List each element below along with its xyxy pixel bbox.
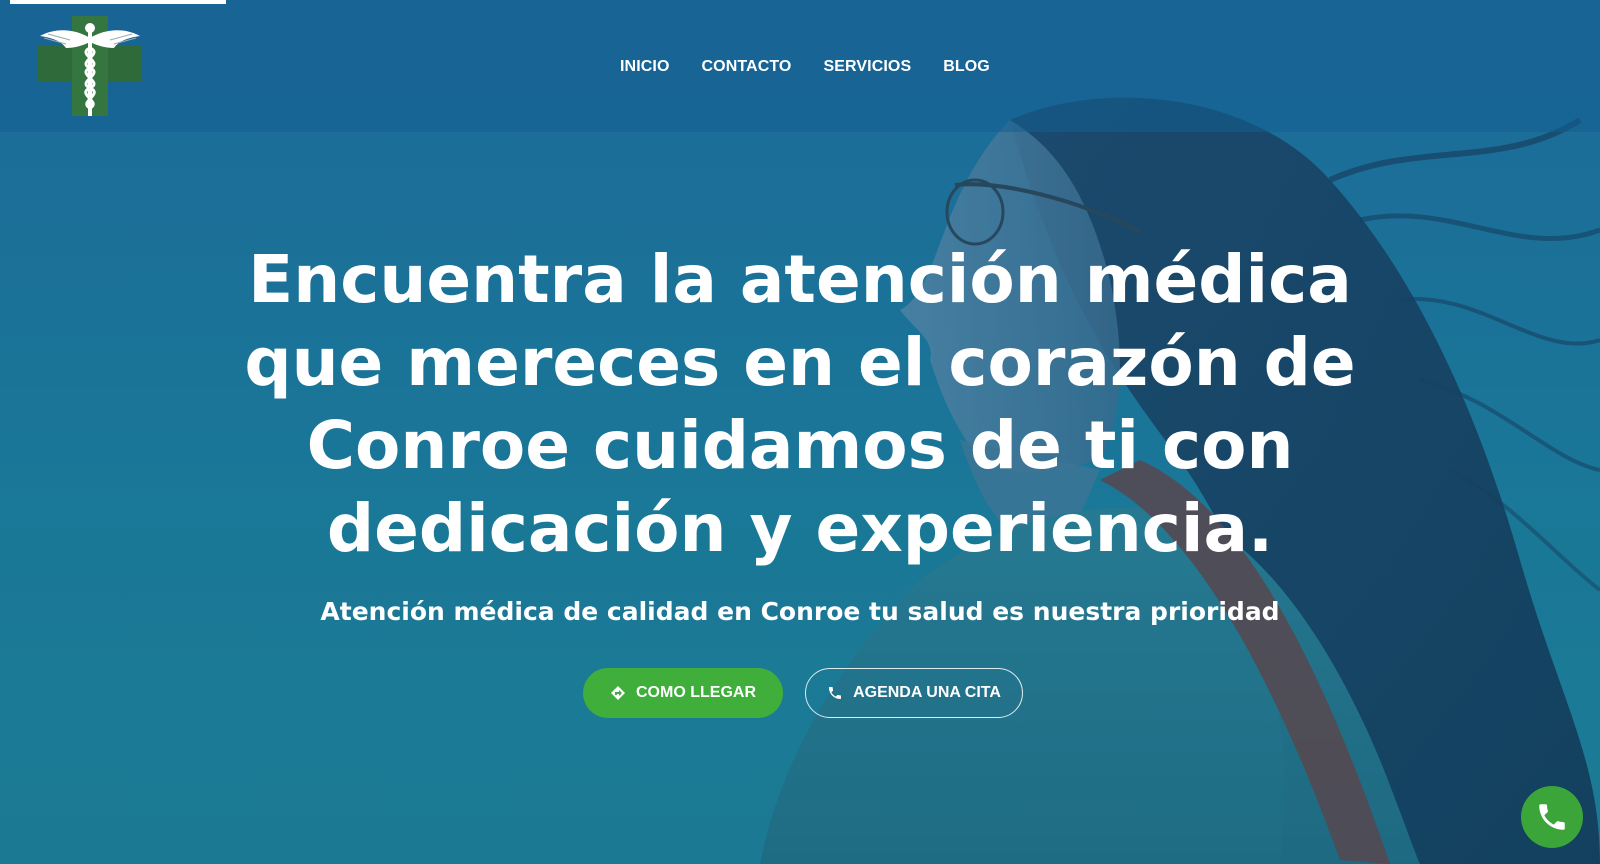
phone-icon xyxy=(1539,804,1565,830)
hero-headline: Encuentra la atención médica que mereces… xyxy=(244,241,1356,567)
phone-icon xyxy=(827,685,843,701)
nav-item-servicios[interactable]: SERVICIOS xyxy=(823,54,911,80)
nav-item-contacto[interactable]: CONTACTO xyxy=(702,54,792,80)
top-accent-bar xyxy=(10,0,226,4)
floating-call-button[interactable] xyxy=(1521,786,1583,848)
hero-subheadline: Atención médica de calidad en Conroe tu … xyxy=(320,597,1280,626)
main-nav: INICIO CONTACTO SERVICIOS BLOG xyxy=(620,54,990,80)
appointment-button[interactable]: AGENDA UNA CITA xyxy=(805,668,1023,718)
nav-item-inicio[interactable]: INICIO xyxy=(620,54,670,80)
directions-diamond-icon xyxy=(610,685,626,701)
caduceus-cross-icon xyxy=(38,16,142,116)
nav-item-blog[interactable]: BLOG xyxy=(943,54,990,80)
directions-button[interactable]: COMO LLEGAR xyxy=(583,668,783,718)
directions-button-label: COMO LLEGAR xyxy=(636,684,756,701)
appointment-button-label: AGENDA UNA CITA xyxy=(853,684,1001,701)
site-logo[interactable] xyxy=(36,14,144,118)
